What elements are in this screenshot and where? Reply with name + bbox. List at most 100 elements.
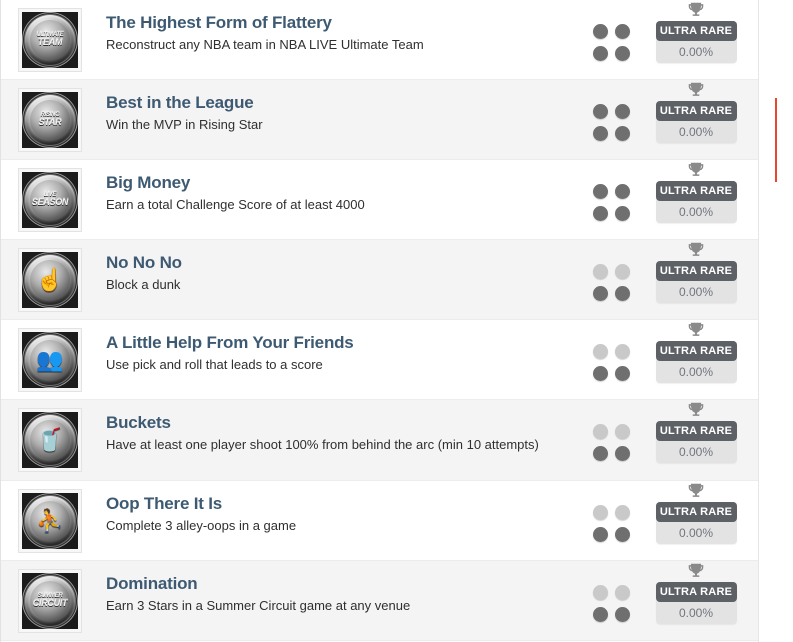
difficulty-dot <box>615 505 630 520</box>
summer-circuit-medal-icon: SUMMER CIRCUIT <box>18 569 82 633</box>
rarity-box: ULTRA RARE 0.00% <box>655 582 737 624</box>
rarity-block: ULTRA RARE 0.00% <box>648 320 744 383</box>
difficulty-dot <box>615 344 630 359</box>
medal-core: 🥤 <box>30 420 70 460</box>
difficulty-dot <box>593 585 608 600</box>
difficulty-dot <box>593 344 608 359</box>
rarity-block: ULTRA RARE 0.00% <box>648 481 744 544</box>
difficulty-dot <box>593 366 608 381</box>
difficulty-rating <box>590 104 634 142</box>
difficulty-rating <box>590 585 634 623</box>
difficulty-dot <box>593 527 608 542</box>
achievement-description: Use pick and roll that leads to a score <box>106 357 323 373</box>
difficulty-dot <box>593 505 608 520</box>
medal-core: SUMMER CIRCUIT <box>30 581 70 621</box>
achievement-title[interactable]: Oop There It Is <box>106 493 580 514</box>
achievement-row[interactable]: 👥 A Little Help From Your Friends Use pick… <box>1 320 758 400</box>
medal-backdrop: 👥 <box>22 332 78 388</box>
difficulty-dot <box>615 446 630 461</box>
achievement-row[interactable]: ⛹ Oop There It Is Complete 3 alley-oops in… <box>1 481 758 561</box>
rarity-badge: ULTRA RARE <box>655 421 737 441</box>
rarity-percent: 0.00% <box>678 365 714 379</box>
difficulty-dot <box>593 286 608 301</box>
rarity-box: ULTRA RARE 0.00% <box>655 181 737 223</box>
difficulty-dot <box>593 126 608 141</box>
achievement-title[interactable]: The Highest Form of Flattery <box>106 12 580 33</box>
rarity-percent: 0.00% <box>678 205 714 219</box>
difficulty-dot <box>615 184 630 199</box>
achievement-row[interactable]: ULTIMATE TEAM The Highest Form of Flattery… <box>1 0 758 80</box>
medal-ring: SUMMER CIRCUIT <box>25 576 75 626</box>
achievement-text-block: Best in the League Win the MVP in Rising … <box>82 80 590 135</box>
difficulty-dot <box>593 206 608 221</box>
rarity-badge: ULTRA RARE <box>655 261 737 281</box>
achievement-description: Block a dunk <box>106 277 181 293</box>
achievement-row[interactable]: RISING STAR Best in the League Win the MVP … <box>1 80 758 160</box>
trophy-icon <box>688 242 704 256</box>
achievement-row[interactable]: ☝ No No No Block a dunk ULTRA RARE 0.00% <box>1 240 758 320</box>
rarity-box: ULTRA RARE 0.00% <box>655 21 737 63</box>
page-root: ULTIMATE TEAM The Highest Form of Flattery… <box>0 0 793 642</box>
difficulty-dot <box>615 264 630 279</box>
achievement-title[interactable]: Big Money <box>106 172 580 193</box>
achievement-description: Reconstruct any NBA team in NBA LIVE Ult… <box>106 37 424 53</box>
achievement-text-block: Big Money Earn a total Challenge Score of… <box>82 160 590 215</box>
medal-backdrop: ☝ <box>22 252 78 308</box>
rarity-box: ULTRA RARE 0.00% <box>655 101 737 143</box>
rarity-percent: 0.00% <box>678 285 714 299</box>
trophy-icon <box>688 162 704 176</box>
difficulty-dot <box>615 206 630 221</box>
rarity-percent: 0.00% <box>678 45 714 59</box>
medal-core: 👥 <box>30 340 70 380</box>
rarity-box: ULTRA RARE 0.00% <box>655 502 737 544</box>
rarity-percent: 0.00% <box>678 125 714 139</box>
medal-backdrop: RISING STAR <box>22 92 78 148</box>
difficulty-dot <box>593 46 608 61</box>
medal-core: LIVE SEASON <box>30 180 70 220</box>
trophy-icon <box>688 2 704 16</box>
difficulty-dot <box>615 286 630 301</box>
trophy-icon <box>688 563 704 577</box>
achievement-title[interactable]: Best in the League <box>106 92 580 113</box>
achievement-row[interactable]: LIVE SEASON Big Money Earn a total Challeng… <box>1 160 758 240</box>
medal-ring: 👥 <box>25 335 75 385</box>
difficulty-dot <box>593 446 608 461</box>
right-sidebar-cutoff <box>759 0 793 642</box>
medal-backdrop: ⛹ <box>22 493 78 549</box>
medal-backdrop: LIVE SEASON <box>22 172 78 228</box>
achievement-row[interactable]: SUMMER CIRCUIT Domination Earn 3 Stars in a… <box>1 561 758 641</box>
difficulty-dot <box>615 126 630 141</box>
achievement-description: Complete 3 alley-oops in a game <box>106 518 297 534</box>
difficulty-rating <box>590 344 634 382</box>
medal-core: ⛹ <box>30 501 70 541</box>
difficulty-dot <box>615 104 630 119</box>
achievement-description: Earn a total Challenge Score of at least… <box>106 197 365 213</box>
difficulty-rating <box>590 184 634 222</box>
achievement-title[interactable]: No No No <box>106 252 580 273</box>
buckets-medal-icon: 🥤 <box>18 408 82 472</box>
difficulty-dot <box>615 24 630 39</box>
achievement-row[interactable]: 🥤 Buckets Have at least one player shoot 1… <box>1 400 758 481</box>
medal-ring: 🥤 <box>25 415 75 465</box>
rarity-box: ULTRA RARE 0.00% <box>655 341 737 383</box>
achievement-text-block: No No No Block a dunk <box>82 240 590 295</box>
trophy-icon <box>688 82 704 96</box>
achievement-title[interactable]: Domination <box>106 573 580 594</box>
difficulty-rating <box>590 505 634 543</box>
rarity-percent: 0.00% <box>678 606 714 620</box>
achievement-description: Have at least one player shoot 100% from… <box>106 437 539 453</box>
difficulty-dot <box>593 104 608 119</box>
achievement-text-block: The Highest Form of Flattery Reconstruct … <box>82 0 590 55</box>
achievement-description: Earn 3 Stars in a Summer Circuit game at… <box>106 598 411 614</box>
rarity-box: ULTRA RARE 0.00% <box>655 421 737 463</box>
rarity-block: ULTRA RARE 0.00% <box>648 400 744 463</box>
medal-core: ULTIMATE TEAM <box>30 20 70 60</box>
rarity-block: ULTRA RARE 0.00% <box>648 240 744 303</box>
medal-ring: ☝ <box>25 255 75 305</box>
trophy-icon <box>688 322 704 336</box>
medal-glyph: ⛹ <box>36 508 64 533</box>
difficulty-rating <box>590 264 634 302</box>
difficulty-dot <box>615 424 630 439</box>
achievement-title[interactable]: Buckets <box>106 412 580 433</box>
achievement-title[interactable]: A Little Help From Your Friends <box>106 332 580 353</box>
